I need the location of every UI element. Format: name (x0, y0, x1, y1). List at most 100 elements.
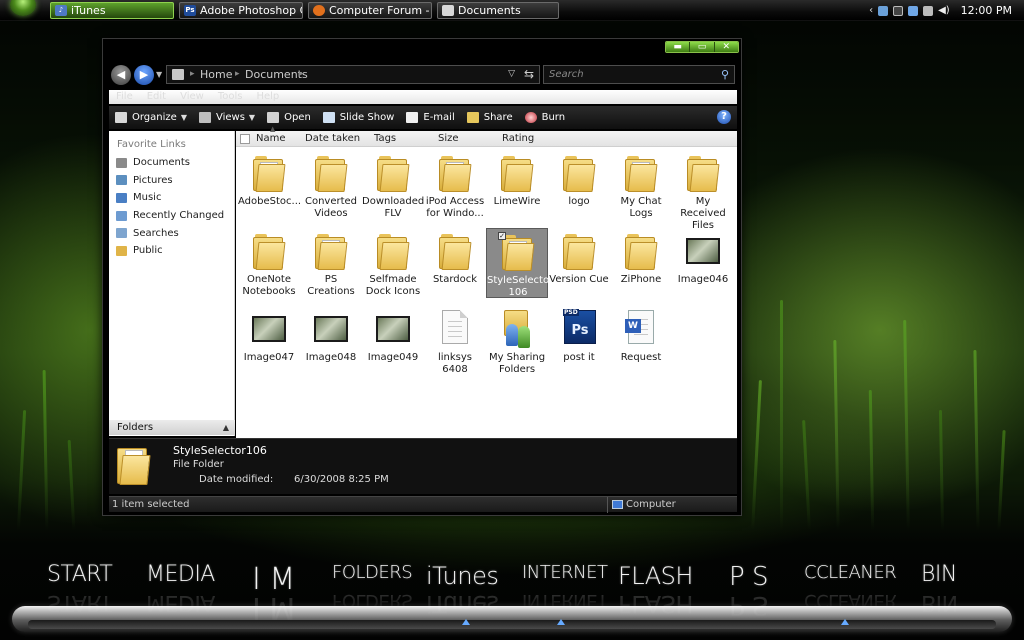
bluetooth-icon[interactable] (923, 5, 934, 16)
documents-icon (116, 157, 127, 168)
search-input[interactable]: Search ⚲ (543, 65, 735, 84)
taskbar-button-photoshop[interactable]: Ps Adobe Photoshop C... (179, 2, 303, 19)
sidebar-item-public[interactable]: Public (109, 242, 234, 260)
sidebar-item-music[interactable]: Music (109, 189, 234, 207)
file-item[interactable]: Image048 (300, 306, 362, 376)
refresh-icon[interactable]: ⇆ (524, 66, 534, 83)
breadcrumb-home[interactable]: Home (200, 66, 232, 83)
file-item[interactable]: Selfmade Dock Icons (362, 228, 424, 298)
file-item[interactable]: Downloaded FLV (362, 150, 424, 220)
file-item-label: Request (620, 352, 662, 363)
taskbar-button-itunes[interactable]: ♪ iTunes (50, 2, 174, 19)
taskbar-button-documents[interactable]: Documents (437, 2, 559, 19)
menu-edit[interactable]: Edit (147, 90, 166, 104)
file-item[interactable]: OneNote Notebooks (238, 228, 300, 298)
slideshow-button[interactable]: Slide Show (322, 112, 394, 123)
column-rating[interactable]: Rating (502, 131, 534, 147)
network-icon[interactable] (878, 5, 889, 16)
volume-icon[interactable]: ◀) (938, 5, 950, 16)
organize-button[interactable]: Organize ▼ (115, 112, 187, 123)
menu-help[interactable]: Help (256, 90, 279, 104)
sidebar-item-searches[interactable]: Searches (109, 224, 234, 242)
file-item[interactable]: ZiPhone (610, 228, 672, 298)
clock[interactable]: 12:00 PM (961, 4, 1012, 17)
start-orb-icon[interactable] (10, 0, 36, 16)
favorite-links-heading: Favorite Links (117, 139, 186, 150)
sidebar-item-pictures[interactable]: Pictures (109, 172, 234, 190)
share-button[interactable]: Share (466, 112, 513, 123)
dock-item-folders[interactable]: FOLDERS (332, 562, 413, 583)
forward-button[interactable]: ▶ (134, 65, 154, 85)
file-item[interactable]: Converted Videos (300, 150, 362, 220)
breadcrumb-separator-icon[interactable]: ▸ (235, 66, 240, 83)
minimize-button[interactable]: ▬ (666, 42, 691, 52)
breadcrumb-separator-icon[interactable]: ▸ (190, 66, 195, 83)
email-button[interactable]: E-mail (406, 112, 455, 123)
column-tags[interactable]: Tags (374, 131, 396, 147)
file-item-label: Version Cue (549, 274, 609, 285)
dock-item-p-s[interactable]: P S (729, 562, 768, 592)
file-item-label: post it (563, 352, 595, 363)
column-name[interactable]: Name (256, 131, 286, 147)
search-icon[interactable]: ⚲ (721, 66, 729, 83)
file-item[interactable]: Version Cue (548, 228, 610, 298)
sidebar-item-recently-changed[interactable]: Recently Changed (109, 207, 234, 225)
dock-item-ccleaner[interactable]: CCLEANER (804, 562, 897, 583)
file-item[interactable]: My Received Files (672, 150, 734, 231)
breadcrumb-separator-icon[interactable]: ▸ (299, 66, 304, 83)
search-placeholder: Search (549, 69, 584, 80)
file-item[interactable]: W Request (610, 306, 672, 376)
close-button[interactable]: ✕ (714, 42, 738, 52)
taskbar-button-firefox[interactable]: Computer Forum - ... (308, 2, 432, 19)
menu-tools[interactable]: Tools (218, 90, 243, 104)
file-item[interactable]: PS Creations (300, 228, 362, 298)
dock-item-reflection: FLASH (618, 590, 693, 618)
file-item[interactable]: linksys 6408 (424, 306, 486, 376)
back-button[interactable]: ◀ (111, 65, 131, 85)
burn-button[interactable]: Burn (524, 112, 565, 123)
column-size[interactable]: Size (438, 131, 459, 147)
menu-file[interactable]: File (116, 90, 133, 104)
file-item[interactable]: AdobeStoc... (238, 150, 301, 220)
file-item[interactable]: iPod Access for Windo... (424, 150, 486, 220)
file-item[interactable]: PSD Ps post it (548, 306, 610, 376)
selection-checkbox[interactable]: ✓ (498, 232, 506, 240)
folder-icon (563, 156, 596, 192)
column-date-taken[interactable]: Date taken (305, 131, 360, 147)
column-headers: ▲ Name Date taken Tags Size Rating (236, 125, 737, 147)
recent-pages-dropdown-icon[interactable]: ▼ (156, 70, 162, 79)
views-button[interactable]: Views ▼ (198, 112, 255, 123)
display-icon[interactable] (908, 5, 919, 16)
file-item[interactable]: My Chat Logs (610, 150, 672, 220)
dock-item-bin[interactable]: BIN (921, 562, 957, 587)
tray-expand-icon[interactable]: ‹ (869, 5, 873, 16)
file-item[interactable]: Image047 (238, 306, 300, 376)
dock-item-media[interactable]: MEDIA (146, 562, 215, 587)
select-all-checkbox[interactable] (240, 134, 250, 144)
folder-icon (253, 156, 286, 192)
file-item[interactable]: Stardock (424, 228, 486, 298)
dock-item-start[interactable]: START (47, 562, 113, 587)
file-item[interactable]: logo (548, 150, 610, 220)
address-field[interactable]: ▸ Home ▸ Documents ▸ ▽ ⇆ (166, 65, 540, 84)
folder-icon (625, 234, 658, 270)
dock-item-internet[interactable]: INTERNET (522, 562, 608, 583)
file-item[interactable]: My Sharing Folders (486, 306, 548, 376)
open-button[interactable]: Open (267, 112, 311, 123)
menu-view[interactable]: View (180, 90, 204, 104)
sidebar-item-documents[interactable]: Documents (109, 154, 234, 172)
address-dropdown-icon[interactable]: ▽ (508, 66, 515, 83)
dock-item-itunes[interactable]: iTunes (426, 562, 499, 590)
toolbar-label: Organize (132, 112, 177, 123)
file-item[interactable]: ✓ StyleSelector 106 (486, 228, 553, 298)
file-item[interactable]: LimeWire (486, 150, 548, 220)
file-item[interactable]: Image046 (672, 228, 734, 298)
folder-icon (501, 156, 534, 192)
file-item-label: PS Creations (307, 274, 355, 297)
help-icon[interactable]: ? (717, 110, 731, 124)
battery-icon[interactable] (893, 5, 904, 16)
dock-item-flash[interactable]: FLASH (618, 562, 693, 590)
file-item[interactable]: Image049 (362, 306, 424, 376)
maximize-button[interactable]: ▭ (690, 42, 715, 52)
folders-toggle[interactable]: Folders ▲ (109, 420, 235, 435)
